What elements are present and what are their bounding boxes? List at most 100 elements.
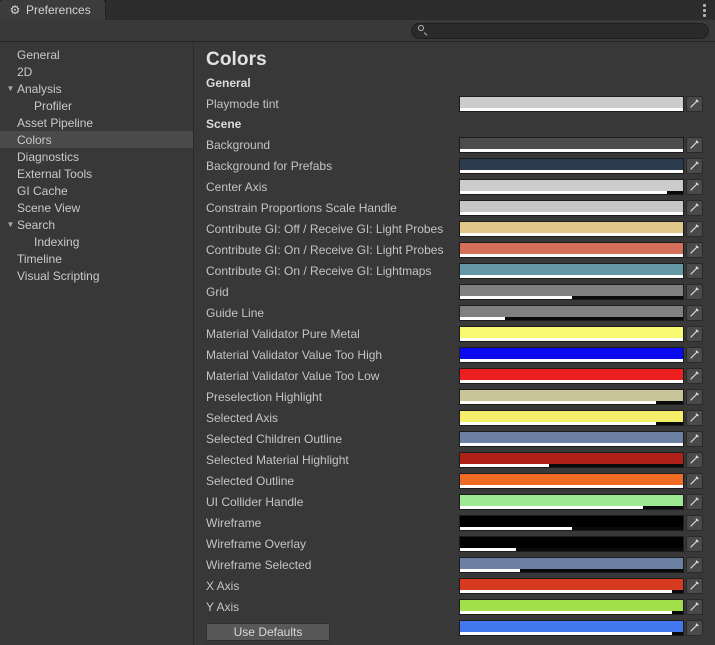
color-setting-row: Center Axis — [206, 176, 715, 197]
eyedropper-icon[interactable] — [686, 431, 703, 447]
alpha-fill — [460, 233, 683, 236]
eyedropper-icon[interactable] — [686, 221, 703, 237]
eyedropper-icon[interactable] — [686, 536, 703, 552]
sidebar-item-external-tools[interactable]: External Tools — [0, 165, 193, 182]
color-swatch-alpha-bar — [460, 506, 683, 509]
alpha-fill — [460, 108, 683, 111]
color-swatch-alpha-bar — [460, 212, 683, 215]
kebab-menu-icon[interactable] — [693, 0, 715, 20]
color-swatch[interactable] — [459, 179, 684, 195]
alpha-fill — [460, 401, 656, 404]
eyedropper-icon[interactable] — [686, 599, 703, 615]
sidebar-item-visual-scripting[interactable]: Visual Scripting — [0, 267, 193, 284]
alpha-fill — [460, 569, 520, 572]
color-setting-row: Contribute GI: On / Receive GI: Light Pr… — [206, 239, 715, 260]
eyedropper-icon[interactable] — [686, 578, 703, 594]
color-swatch-group — [459, 494, 703, 510]
sidebar-item-general[interactable]: General — [0, 46, 193, 63]
color-swatch[interactable] — [459, 305, 684, 321]
color-swatch[interactable] — [459, 578, 684, 594]
eyedropper-icon[interactable] — [686, 620, 703, 636]
color-swatch[interactable] — [459, 473, 684, 489]
color-setting-label: Selected Children Outline — [206, 432, 342, 446]
eyedropper-icon[interactable] — [686, 473, 703, 489]
color-swatch[interactable] — [459, 137, 684, 153]
color-setting-label: Selected Outline — [206, 474, 294, 488]
sidebar-item-analysis[interactable]: ▼Analysis — [0, 80, 193, 97]
eyedropper-icon[interactable] — [686, 158, 703, 174]
use-defaults-button[interactable]: Use Defaults — [206, 623, 330, 641]
sidebar-item-search[interactable]: ▼Search — [0, 216, 193, 233]
sidebar-item-diagnostics[interactable]: Diagnostics — [0, 148, 193, 165]
eyedropper-icon[interactable] — [686, 96, 703, 112]
eyedropper-icon[interactable] — [686, 179, 703, 195]
eyedropper-icon[interactable] — [686, 242, 703, 258]
sidebar-item-colors[interactable]: Colors — [0, 131, 193, 148]
color-swatch[interactable] — [459, 452, 684, 468]
eyedropper-icon[interactable] — [686, 368, 703, 384]
eyedropper-icon[interactable] — [686, 284, 703, 300]
alpha-fill — [460, 611, 672, 614]
color-swatch[interactable] — [459, 347, 684, 363]
color-swatch[interactable] — [459, 263, 684, 279]
color-swatch-group — [459, 305, 703, 321]
color-swatch[interactable] — [459, 326, 684, 342]
eyedropper-icon[interactable] — [686, 137, 703, 153]
sidebar-item-asset-pipeline[interactable]: Asset Pipeline — [0, 114, 193, 131]
color-swatch-fill — [460, 327, 683, 338]
color-swatch-group — [459, 599, 703, 615]
eyedropper-icon[interactable] — [686, 494, 703, 510]
eyedropper-icon[interactable] — [686, 389, 703, 405]
color-setting-label: Selected Material Highlight — [206, 453, 349, 467]
color-swatch[interactable] — [459, 494, 684, 510]
chevron-down-icon[interactable]: ▼ — [4, 216, 17, 233]
eyedropper-icon[interactable] — [686, 263, 703, 279]
color-swatch[interactable] — [459, 515, 684, 531]
color-setting-row: X Axis — [206, 575, 715, 596]
color-swatch[interactable] — [459, 368, 684, 384]
color-swatch-group — [459, 410, 703, 426]
color-swatch[interactable] — [459, 557, 684, 573]
chevron-down-icon[interactable]: ▼ — [4, 80, 17, 97]
color-swatch[interactable] — [459, 96, 684, 112]
color-swatch-alpha-bar — [460, 611, 683, 614]
sidebar-item-scene-view[interactable]: Scene View — [0, 199, 193, 216]
tab-preferences[interactable]: ⚙ Preferences — [0, 0, 106, 20]
color-swatch-fill — [460, 432, 683, 443]
color-swatch[interactable] — [459, 431, 684, 447]
color-swatch[interactable] — [459, 620, 684, 636]
color-swatch[interactable] — [459, 536, 684, 552]
eyedropper-icon[interactable] — [686, 305, 703, 321]
color-swatch[interactable] — [459, 410, 684, 426]
search-field[interactable] — [411, 23, 709, 39]
color-settings-list: GeneralPlaymode tintSceneBackgroundBackg… — [206, 73, 715, 638]
eyedropper-icon[interactable] — [686, 452, 703, 468]
color-swatch-group — [459, 368, 703, 384]
color-setting-row: Preselection Highlight — [206, 386, 715, 407]
search-input[interactable] — [433, 24, 702, 37]
color-swatch[interactable] — [459, 599, 684, 615]
window-body: General2D▼AnalysisProfilerAsset Pipeline… — [0, 42, 715, 645]
alpha-fill — [460, 464, 549, 467]
sidebar-item-timeline[interactable]: Timeline — [0, 250, 193, 267]
color-setting-label: Preselection Highlight — [206, 390, 322, 404]
color-swatch[interactable] — [459, 200, 684, 216]
eyedropper-icon[interactable] — [686, 326, 703, 342]
eyedropper-icon[interactable] — [686, 557, 703, 573]
sidebar-item-2d[interactable]: 2D — [0, 63, 193, 80]
color-swatch[interactable] — [459, 242, 684, 258]
alpha-fill — [460, 212, 683, 215]
color-swatch[interactable] — [459, 221, 684, 237]
eyedropper-icon[interactable] — [686, 347, 703, 363]
eyedropper-icon[interactable] — [686, 515, 703, 531]
color-swatch[interactable] — [459, 158, 684, 174]
eyedropper-icon[interactable] — [686, 200, 703, 216]
color-swatch-fill — [460, 453, 683, 464]
color-swatch[interactable] — [459, 284, 684, 300]
gear-icon: ⚙ — [9, 4, 21, 16]
sidebar-item-gi-cache[interactable]: GI Cache — [0, 182, 193, 199]
sidebar-item-profiler[interactable]: Profiler — [0, 97, 193, 114]
eyedropper-icon[interactable] — [686, 410, 703, 426]
color-swatch[interactable] — [459, 389, 684, 405]
sidebar-item-indexing[interactable]: Indexing — [0, 233, 193, 250]
